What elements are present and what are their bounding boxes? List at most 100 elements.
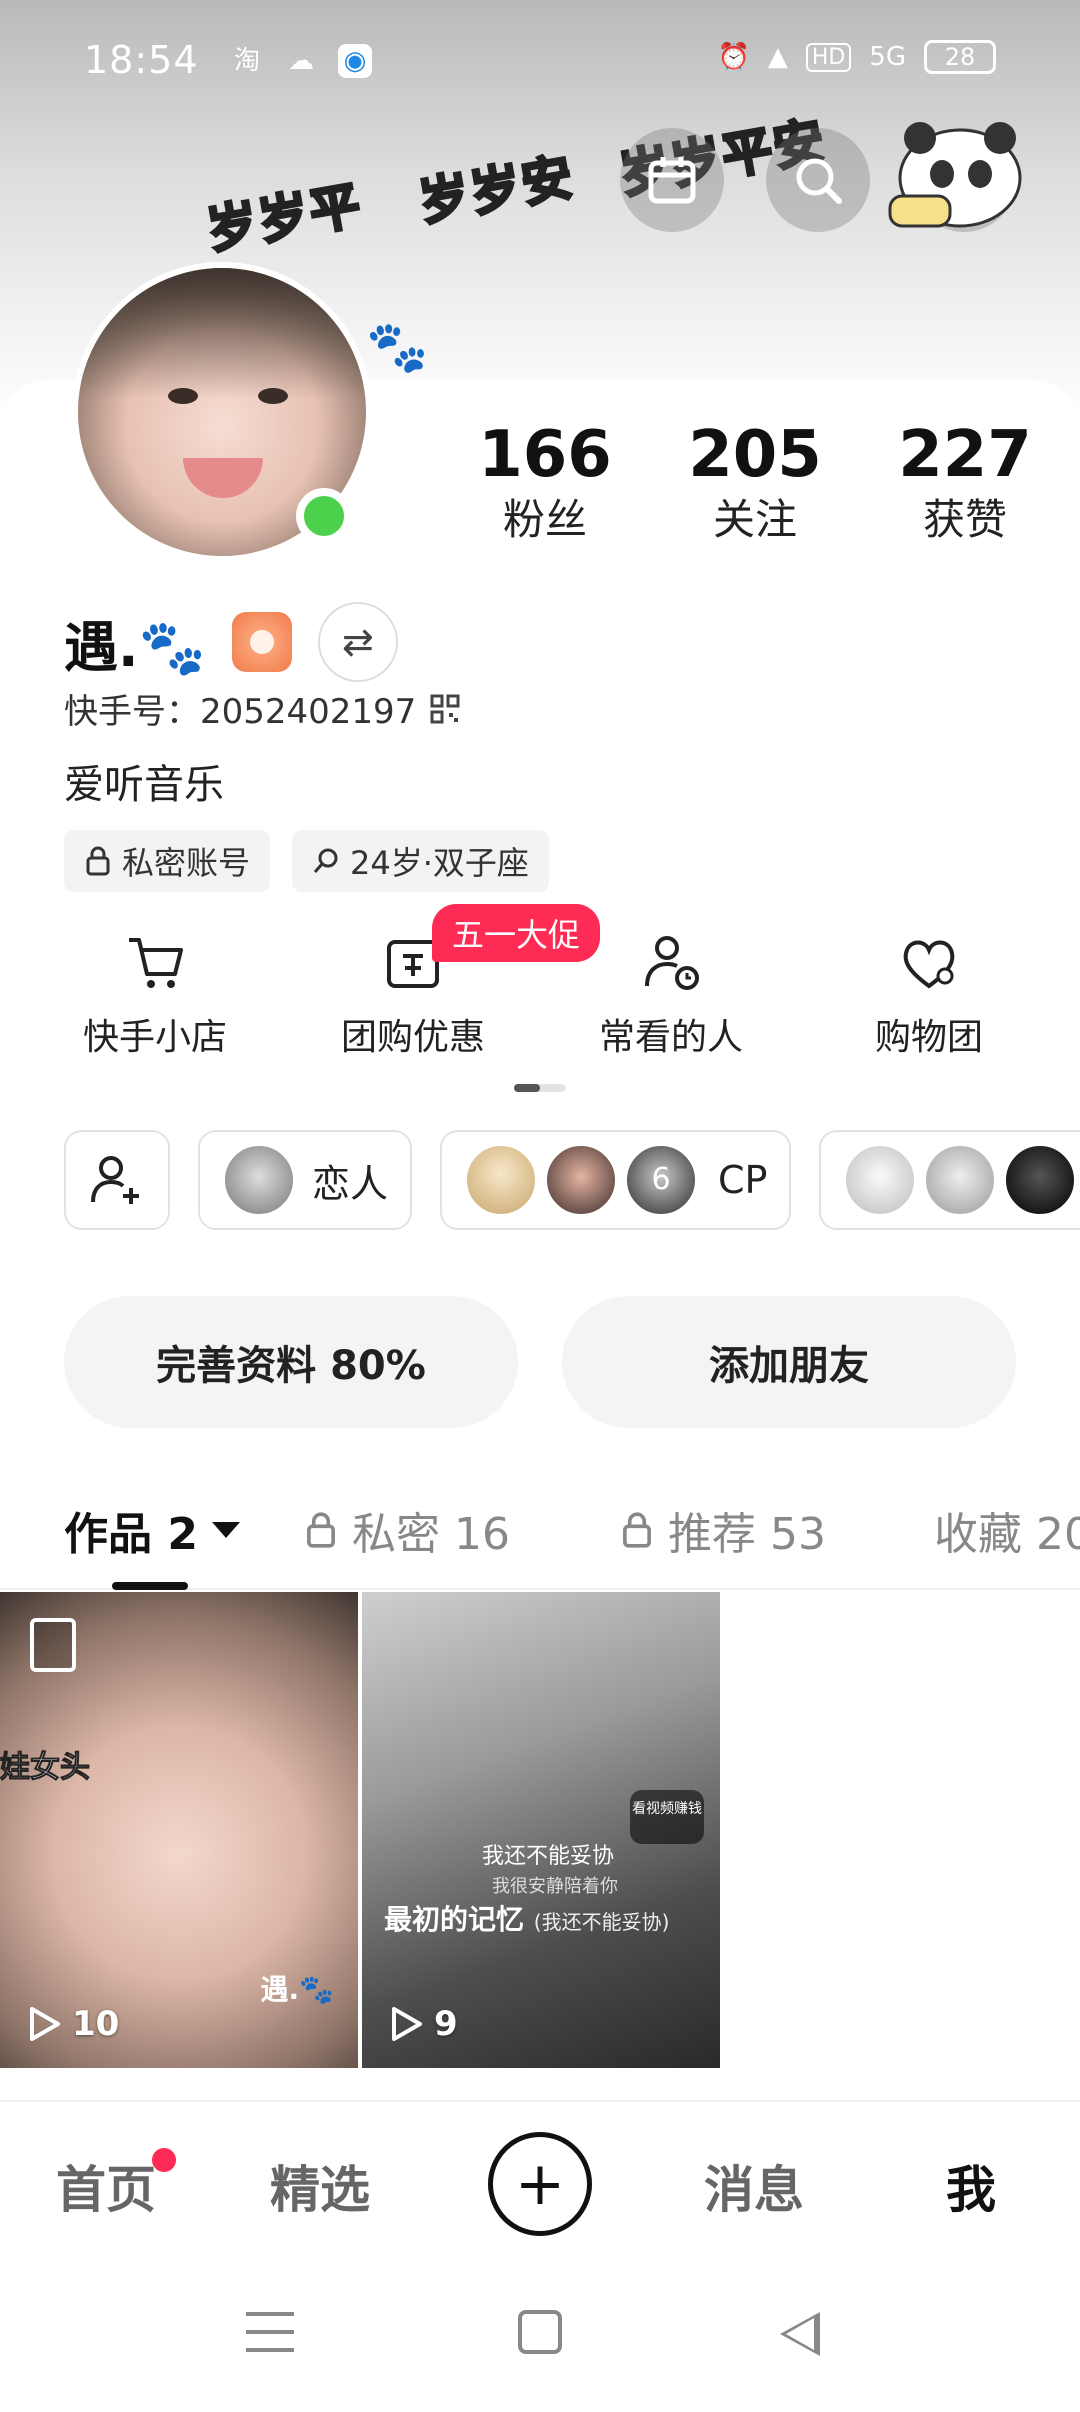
stat-label: 粉丝 — [502, 495, 587, 544]
play-count-value: 9 — [434, 2004, 458, 2044]
relation-cp[interactable]: 6 CP — [440, 1130, 792, 1230]
status-bar: 18:54 淘 ☁ ◉ ⏰ ▲ HD 5G 28 — [0, 0, 1080, 120]
content-tabs: 作品 2 私密 16 推荐 53 收藏 20 — [0, 1490, 1080, 1590]
stat-label: 关注 — [712, 495, 797, 544]
avatar — [222, 1143, 296, 1217]
tab-label: 收藏 20 — [934, 1509, 1080, 1560]
kuaishou-id-text: 快手号：2052402197 — [64, 692, 417, 732]
quick-entry-shop[interactable]: 快手小店 — [26, 930, 284, 1060]
search-icon — [313, 848, 338, 873]
avatar — [464, 1143, 539, 1217]
heart-bag-icon — [903, 940, 955, 989]
work-thumbnail[interactable]: 看视频赚钱 我还不能妥协 我很安静陪着你 最初的记忆 (我还不能妥协) 9 — [362, 1592, 720, 2068]
relation-lover[interactable]: 恋人 — [198, 1130, 413, 1230]
qrcode-icon[interactable] — [430, 694, 460, 724]
profile-tags: 私密账号 24岁·双子座 — [64, 830, 549, 892]
avatar — [544, 1143, 619, 1217]
cover-sticker-text: 岁岁平 — [201, 173, 368, 261]
profile-name: 遇.🐾 — [64, 615, 206, 679]
status-right: ⏰ ▲ HD 5G 28 — [717, 40, 996, 74]
create-button[interactable]: + — [488, 2132, 592, 2236]
nav-me[interactable]: 我 — [946, 2150, 996, 2222]
paw-icon: 🐾 — [366, 318, 429, 376]
ad-badge: 看视频赚钱 — [630, 1790, 704, 1844]
panda-sticker-icon — [888, 122, 1022, 228]
system-nav-bar — [0, 2272, 1080, 2412]
work-title: 最初的记忆 (我还不能妥协) — [384, 1903, 670, 1936]
nav-featured[interactable]: 精选 — [270, 2150, 370, 2222]
work-thumbnail[interactable]: 娃女头 遇.🐾 10 — [0, 1592, 358, 2068]
profile-bio: 爱听音乐 — [64, 762, 224, 808]
recent-apps-icon[interactable] — [246, 2312, 294, 2352]
back-icon[interactable] — [780, 2312, 820, 2356]
play-icon — [30, 2007, 60, 2041]
stat-value: 205 — [688, 418, 822, 492]
add-friend-button[interactable]: 添加朋友 — [562, 1296, 1016, 1428]
play-count: 10 — [28, 2004, 119, 2044]
cover-sticker-text: 岁岁安 — [413, 145, 580, 233]
calendar-button[interactable] — [620, 128, 724, 232]
tag-private-account: 私密账号 — [64, 830, 271, 892]
tab-private[interactable]: 私密 16 — [304, 1498, 510, 1562]
wifi-icon: ▲ — [767, 42, 788, 72]
switch-account-button[interactable]: ⇄ — [317, 602, 398, 682]
home-icon[interactable] — [518, 2310, 562, 2354]
hd-indicator: HD — [805, 42, 852, 72]
avatar — [843, 1143, 918, 1217]
promo-badge[interactable]: 五一大促 — [432, 904, 601, 962]
qq-icon: ◉ — [338, 44, 372, 78]
stat-following[interactable]: 205 关注 — [650, 418, 860, 548]
tab-works[interactable]: 作品 2 — [64, 1498, 240, 1562]
signal-indicator: 5G — [869, 42, 906, 72]
image-post-icon — [30, 1618, 76, 1672]
nav-messages[interactable]: 消息 — [704, 2150, 804, 2222]
stat-value: 166 — [478, 418, 612, 492]
quick-entry-shopping-group[interactable]: 购物团 — [800, 930, 1058, 1060]
tag-label: 24岁·双子座 — [350, 844, 529, 882]
quick-entries-pager — [514, 1084, 566, 1092]
profile-stats: 166 粉丝 205 关注 227 获赞 — [440, 418, 1070, 548]
search-icon — [796, 158, 842, 204]
relation-label: CP — [718, 1158, 768, 1202]
avatar: 6 — [624, 1143, 699, 1217]
play-icon — [392, 2007, 422, 2041]
stat-value: 227 — [898, 418, 1032, 492]
stat-likes[interactable]: 227 获赞 — [860, 418, 1070, 548]
status-time: 18:54 — [84, 38, 199, 82]
quick-entry-label: 团购优惠 — [340, 1017, 485, 1058]
chevron-down-icon — [211, 1522, 240, 1538]
lock-icon — [86, 846, 110, 876]
stat-followers[interactable]: 166 粉丝 — [440, 418, 650, 548]
work-lyric: 我很安静陪着你 — [492, 1876, 618, 1897]
tab-favorites[interactable]: 收藏 20 — [934, 1498, 1080, 1562]
work-caption: 娃女头 — [0, 1750, 91, 1786]
stat-label: 获赞 — [922, 495, 1007, 544]
tab-recommend[interactable]: 推荐 53 — [620, 1498, 826, 1562]
name-row: 遇.🐾 ⇄ — [64, 602, 398, 682]
play-count: 9 — [390, 2004, 458, 2044]
alarm-icon: ⏰ — [717, 42, 750, 72]
lock-icon — [307, 1512, 335, 1548]
complete-profile-button[interactable]: 完善资料 80% — [64, 1296, 518, 1428]
nav-home[interactable]: 首页 — [56, 2150, 156, 2222]
play-count-value: 10 — [72, 2004, 120, 2044]
avatar — [1003, 1143, 1078, 1217]
person-clock-icon — [645, 936, 699, 990]
relation-chips: 恋人 6 CP — [64, 1130, 1080, 1230]
kuaishou-id[interactable]: 快手号：2052402197 — [64, 684, 460, 733]
avatar — [923, 1143, 998, 1217]
cart-icon — [129, 938, 183, 988]
add-person-icon — [91, 1156, 139, 1204]
plus-icon: + — [514, 2149, 566, 2219]
active-tab-indicator — [112, 1582, 188, 1590]
search-button[interactable] — [766, 128, 870, 232]
level-badge-icon[interactable] — [231, 612, 292, 672]
works-grid: 娃女头 遇.🐾 10 看视频赚钱 我还不能妥协 我很安静陪着你 最初的记忆 (我… — [0, 1592, 1080, 2068]
relation-label: 恋人 — [312, 1161, 389, 1206]
lock-icon — [623, 1512, 651, 1548]
tab-label: 私密 16 — [352, 1509, 510, 1560]
add-relation-button[interactable] — [64, 1130, 170, 1230]
swap-icon: ⇄ — [341, 620, 374, 664]
relation-more[interactable] — [819, 1130, 1080, 1230]
work-watermark: 遇.🐾 — [260, 1973, 334, 2006]
